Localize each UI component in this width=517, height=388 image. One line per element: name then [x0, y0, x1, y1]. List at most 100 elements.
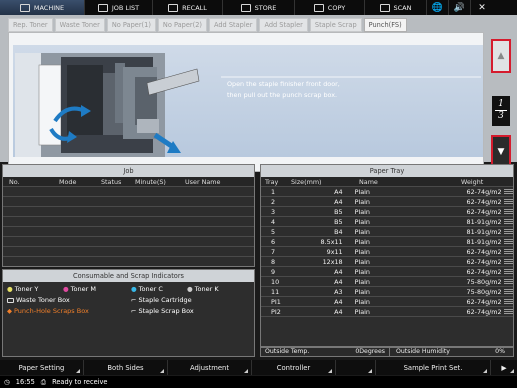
consumables-title: Consumable and Scrap Indicators [3, 270, 254, 282]
job-row[interactable] [3, 207, 254, 217]
staple-icon: ⌐ [131, 296, 137, 304]
tray-row[interactable]: 10 A4 Plain 75-80g/m2 [261, 277, 514, 287]
tray-row[interactable]: 3 B5 Plain 62-74g/m2 [261, 207, 514, 217]
tab-staple-scrap[interactable]: Staple Scrap [309, 18, 362, 32]
tray-row[interactable]: 11 A3 Plain 75-80g/m2 [261, 287, 514, 297]
job-col-user: User Name [185, 178, 221, 186]
tray-size: 12x18 [322, 258, 343, 266]
tray-level-icon [503, 287, 514, 296]
tray-row[interactable]: 2 A4 Plain 62-74g/m2 [261, 197, 514, 207]
tray-weight: 81-91g/m2 [466, 228, 502, 236]
tray-paper-name: Plain [354, 188, 370, 196]
tab-add-stapler-2[interactable]: Add Stapler [259, 18, 308, 32]
store-icon [240, 3, 251, 12]
outside-humidity-value: 0% [495, 348, 505, 355]
volume-button[interactable]: 🔊 [449, 0, 471, 15]
job-row[interactable] [3, 237, 254, 247]
tray-weight: 62-74g/m2 [466, 308, 502, 316]
tray-row[interactable]: 4 B5 Plain 81-91g/m2 [261, 217, 514, 227]
tab-rep-toner[interactable]: Rep. Toner [8, 18, 53, 32]
tab-no-paper-2[interactable]: No Paper(2) [157, 18, 207, 32]
tab-add-stapler-1[interactable]: Add Stapler [208, 18, 258, 32]
tray-number: 10 [271, 278, 280, 286]
tray-row[interactable]: 7 9x11 Plain 62-74g/m2 [261, 247, 514, 257]
triangle-down-icon: ▼ [497, 147, 505, 157]
speaker-icon: 🔊 [453, 2, 466, 13]
tray-number: 5 [271, 228, 276, 236]
tray-paper-name: Plain [354, 298, 370, 306]
tray-paper-name: Plain [354, 228, 370, 236]
machine-icon [19, 3, 30, 12]
job-list-tab[interactable]: JOB LIST [85, 0, 153, 15]
tray-number: PI2 [271, 308, 281, 316]
outside-temp-label: Outside Temp. [265, 348, 310, 355]
tray-weight: 62-74g/m2 [466, 208, 502, 216]
tray-weight: 62-74g/m2 [466, 198, 502, 206]
tray-row[interactable]: 6 8.5x11 Plain 81-91g/m2 [261, 237, 514, 247]
job-col-mode: Mode [59, 178, 77, 186]
tray-weight: 62-74g/m2 [466, 188, 502, 196]
tab-no-paper-1[interactable]: No Paper(1) [106, 18, 156, 32]
tray-weight: 62-74g/m2 [466, 258, 502, 266]
tray-size: B5 [334, 208, 343, 216]
recall-tab[interactable]: RECALL [153, 0, 223, 15]
guidance-area: Rep. Toner Waste Toner No Paper(1) No Pa… [0, 15, 517, 172]
tray-row[interactable]: 1 A4 Plain 62-74g/m2 [261, 187, 514, 197]
scan-tab[interactable]: SCAN [365, 0, 427, 15]
paper-setting-button[interactable]: Paper Setting [0, 360, 84, 375]
tray-row[interactable]: 9 A4 Plain 62-74g/m2 [261, 267, 514, 277]
spacer-button [336, 360, 376, 375]
tray-number: 7 [271, 248, 276, 256]
job-row[interactable] [3, 197, 254, 207]
tray-col-tray: Tray [265, 178, 279, 186]
adjustment-button[interactable]: Adjustment [168, 360, 252, 375]
printer-icon: ⎙ [40, 378, 47, 386]
toner-k-indicator: ● Toner K [187, 285, 219, 293]
next-button[interactable]: ▶ [491, 360, 517, 375]
both-sides-button[interactable]: Both Sides [84, 360, 168, 375]
tray-number: 3 [271, 208, 276, 216]
finisher-illustration [15, 53, 481, 157]
job-panel-title: Job [3, 165, 254, 177]
tray-row[interactable]: PI1 A4 Plain 62-74g/m2 [261, 297, 514, 307]
tray-size: A4 [334, 298, 343, 306]
job-row[interactable] [3, 227, 254, 237]
close-button[interactable]: ✕ [471, 0, 493, 15]
language-button[interactable]: 🌐 [427, 0, 449, 15]
staple-scrap-indicator: ⌐ Staple Scrap Box [131, 307, 194, 315]
tray-row[interactable]: PI2 A4 Plain 62-74g/m2 [261, 307, 514, 317]
job-row[interactable] [3, 247, 254, 257]
tray-level-icon [503, 217, 514, 226]
job-row[interactable] [3, 217, 254, 227]
tray-paper-name: Plain [354, 208, 370, 216]
tray-number: 4 [271, 218, 276, 226]
status-bar: ◷ 16:55 ⎙ Ready to receive [0, 376, 517, 388]
tray-weight: 62-74g/m2 [466, 298, 502, 306]
tray-paper-name: Plain [354, 288, 370, 296]
tray-row[interactable]: 8 12x18 Plain 62-74g/m2 [261, 257, 514, 267]
top-navigation: MACHINE JOB LIST RECALL STORE COPY SCAN … [0, 0, 517, 15]
copy-tab[interactable]: COPY [295, 0, 365, 15]
store-tab[interactable]: STORE [223, 0, 295, 15]
sample-print-button[interactable]: Sample Print Set. [376, 360, 491, 375]
tray-col-name: Name [359, 178, 378, 186]
machine-tab[interactable]: MACHINE [0, 0, 85, 15]
controller-button[interactable]: Controller [252, 360, 336, 375]
job-row[interactable] [3, 187, 254, 197]
tray-paper-name: Plain [354, 238, 370, 246]
globe-icon: 🌐 [431, 2, 444, 13]
tray-number: 1 [271, 188, 276, 196]
job-panel: Job No. Mode Status Minute(S) User Name [2, 164, 255, 267]
tray-weight: 81-91g/m2 [466, 238, 502, 246]
bottom-toolbar: Paper Setting Both Sides Adjustment Cont… [0, 360, 517, 375]
tray-paper-name: Plain [354, 268, 370, 276]
job-col-minutes: Minute(S) [135, 178, 166, 186]
tray-row[interactable]: 5 B4 Plain 81-91g/m2 [261, 227, 514, 237]
waste-line: Waste Toner Box ⌐ Staple Cartridge [7, 295, 250, 306]
page-up-button[interactable]: ▲ [491, 39, 511, 73]
job-col-status: Status [101, 178, 122, 186]
tab-waste-toner[interactable]: Waste Toner [54, 18, 105, 32]
tab-punch-fs[interactable]: Punch(FS) [363, 18, 407, 32]
tray-rows: 1 A4 Plain 62-74g/m2 2 A4 Plain 62-74g/m2 3 B5 Pla… [261, 187, 514, 317]
toner-line: ● Toner Y ● Toner M ● Toner C ● Toner K [7, 284, 250, 295]
